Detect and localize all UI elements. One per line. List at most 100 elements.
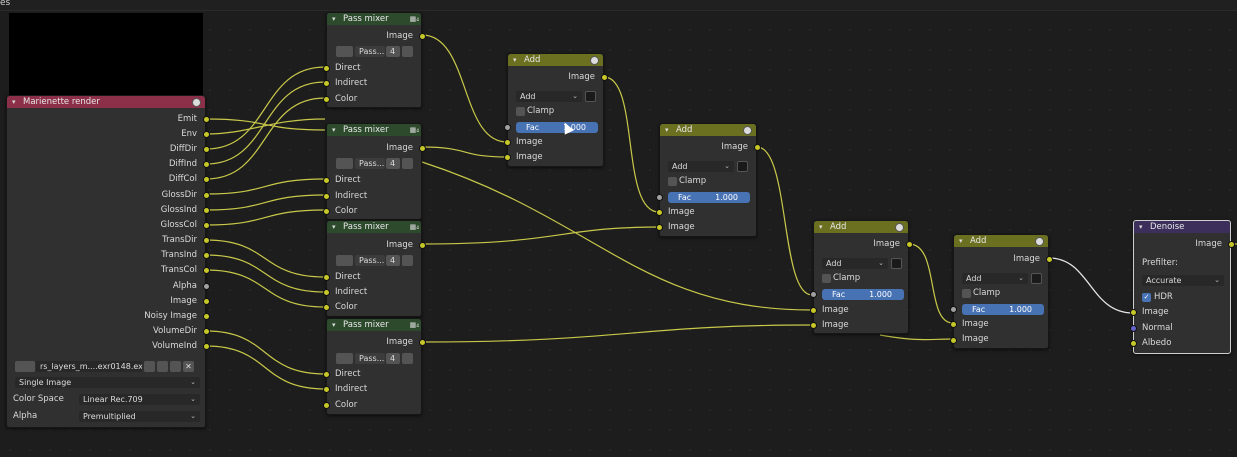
output-socket-transcol[interactable]	[203, 267, 210, 274]
fake-user-shield-icon[interactable]	[144, 361, 155, 372]
blend-mode-select[interactable]: Add ⌄	[668, 161, 734, 172]
input-socket-image-b[interactable]	[504, 154, 511, 161]
node-group-browse-icon[interactable]	[336, 353, 353, 364]
mix-add-node[interactable]: ▾ Add Image Add ⌄ Clamp Fac 1.000 Image …	[504, 53, 608, 167]
output-socket-image[interactable]	[1046, 256, 1053, 263]
input-socket-indirect[interactable]	[323, 80, 330, 87]
output-socket-env[interactable]	[203, 131, 210, 138]
fake-user-shield-icon[interactable]	[402, 353, 413, 364]
input-socket-fac[interactable]	[504, 124, 511, 131]
input-socket-image-a[interactable]	[810, 307, 817, 314]
mix-node-header[interactable]: ▾ Add	[954, 235, 1048, 247]
output-socket-image[interactable]	[601, 74, 608, 81]
collapse-chevron-icon[interactable]: ▾	[1139, 221, 1143, 233]
fake-user-shield-icon[interactable]	[402, 255, 413, 266]
collapse-chevron-icon[interactable]: ▾	[12, 96, 16, 108]
output-socket-image[interactable]	[203, 298, 210, 305]
output-socket-volumedir[interactable]	[203, 328, 210, 335]
duplicate-image-icon[interactable]	[157, 361, 168, 372]
output-socket-glossdir[interactable]	[203, 192, 210, 199]
output-socket-diffind[interactable]	[203, 161, 210, 168]
hdr-checkbox[interactable]: ✓	[1142, 293, 1151, 302]
fac-slider[interactable]: Fac 1.000	[822, 289, 904, 300]
group-name-field[interactable]: Pass...	[355, 353, 385, 364]
output-socket-image[interactable]	[1228, 241, 1235, 248]
node-group-browse-icon[interactable]	[336, 255, 353, 266]
pass-mixer-header[interactable]: ▾ Pass mixer ▦₄	[327, 221, 421, 233]
input-socket-image-a[interactable]	[504, 139, 511, 146]
unlink-close-icon[interactable]: ✕	[183, 361, 194, 372]
clamp-checkbox[interactable]	[668, 177, 677, 186]
input-socket-fac[interactable]	[810, 291, 817, 298]
input-socket-image-a[interactable]	[656, 209, 663, 216]
pass-mixer-header[interactable]: ▾ Pass mixer ▦₄	[327, 124, 421, 136]
collapse-chevron-icon[interactable]: ▾	[513, 54, 517, 66]
input-socket-indirect[interactable]	[323, 386, 330, 393]
clamp-checkbox[interactable]	[516, 107, 525, 116]
node-group-browse-icon[interactable]	[336, 46, 353, 57]
output-socket-image[interactable]	[419, 145, 426, 152]
input-socket-direct[interactable]	[323, 274, 330, 281]
mix-add-node[interactable]: ▾ Add Image Add ⌄ Clamp Fac 1.000 Image …	[656, 123, 761, 237]
output-socket-image[interactable]	[419, 33, 426, 40]
output-socket-noisy-image[interactable]	[203, 313, 210, 320]
pass-mixer-node[interactable]: ▾ Pass mixer ▦₄ Image Pass... 4 Direct I…	[323, 318, 426, 415]
pass-mixer-node[interactable]: ▾ Pass mixer ▦₄ Image Pass... 4 Direct I…	[323, 12, 426, 108]
blend-mode-select[interactable]: Add ⌄	[962, 273, 1028, 284]
group-name-field[interactable]: Pass...	[355, 158, 385, 169]
fake-user-shield-icon[interactable]	[402, 158, 413, 169]
input-socket-color[interactable]	[323, 96, 330, 103]
mix-add-node[interactable]: ▾ Add Image Add ⌄ Clamp Fac 1.000 Image …	[950, 234, 1053, 349]
fac-slider[interactable]: Fac 1.000	[516, 122, 598, 133]
clamp-checkbox[interactable]	[962, 289, 971, 298]
output-socket-transind[interactable]	[203, 252, 210, 259]
pass-mixer-node[interactable]: ▾ Pass mixer ▦₄ Image Pass... 4 Direct I…	[323, 220, 426, 317]
image-source-select[interactable]: Single Image ⌄	[15, 377, 200, 388]
output-socket-image[interactable]	[754, 144, 761, 151]
fac-slider[interactable]: Fac 1.000	[668, 192, 750, 203]
output-socket-alpha[interactable]	[203, 283, 210, 290]
input-socket-image-a[interactable]	[950, 321, 957, 328]
output-socket-image[interactable]	[906, 241, 913, 248]
prefilter-select[interactable]: Accurate ⌄	[1142, 275, 1224, 286]
output-socket-transdir[interactable]	[203, 237, 210, 244]
image-filename-field[interactable]: rs_layers_m....exr0148.exr	[36, 361, 142, 372]
collapse-chevron-icon[interactable]: ▾	[959, 235, 963, 247]
use-alpha-icon[interactable]	[1031, 273, 1042, 284]
mix-node-header[interactable]: ▾ Add	[508, 54, 603, 66]
blend-mode-select[interactable]: Add ⌄	[516, 91, 582, 102]
input-socket-fac[interactable]	[950, 306, 957, 313]
use-alpha-icon[interactable]	[585, 91, 596, 102]
blend-mode-select[interactable]: Add ⌄	[822, 258, 888, 269]
clamp-checkbox[interactable]	[822, 274, 831, 283]
open-folder-icon[interactable]	[170, 361, 181, 372]
render-layers-header[interactable]: ▾ Marienette render	[7, 96, 205, 108]
input-socket-image-b[interactable]	[810, 322, 817, 329]
group-name-field[interactable]: Pass...	[355, 255, 385, 266]
input-socket-color[interactable]	[323, 208, 330, 215]
group-name-field[interactable]: Pass...	[355, 46, 385, 57]
input-socket-direct[interactable]	[323, 65, 330, 72]
input-socket-fac[interactable]	[656, 194, 663, 201]
input-socket-albedo[interactable]	[1130, 340, 1137, 347]
input-socket-image-b[interactable]	[656, 224, 663, 231]
node-group-browse-icon[interactable]	[336, 158, 353, 169]
collapse-chevron-icon[interactable]: ▾	[332, 319, 336, 331]
fake-user-shield-icon[interactable]	[402, 46, 413, 57]
use-alpha-icon[interactable]	[891, 258, 902, 269]
denoise-header[interactable]: ▾ Denoise	[1134, 221, 1230, 233]
image-browse-icon[interactable]	[15, 361, 35, 372]
output-socket-glosscol[interactable]	[203, 222, 210, 229]
mix-node-header[interactable]: ▾ Add	[814, 221, 908, 233]
output-socket-image[interactable]	[419, 242, 426, 249]
input-socket-normal[interactable]	[1130, 325, 1137, 332]
input-socket-direct[interactable]	[323, 177, 330, 184]
collapse-chevron-icon[interactable]: ▾	[665, 124, 669, 136]
color-space-select[interactable]: Linear Rec.709 ⌄	[79, 394, 200, 405]
render-layers-node[interactable]: ▾ Marienette render Emit Env DiffDir Dif…	[6, 95, 210, 428]
pass-mixer-header[interactable]: ▾ Pass mixer ▦₄	[327, 13, 421, 25]
collapse-chevron-icon[interactable]: ▾	[332, 221, 336, 233]
pass-mixer-node[interactable]: ▾ Pass mixer ▦₄ Image Pass... 4 Direct I…	[323, 123, 426, 220]
input-socket-direct[interactable]	[323, 371, 330, 378]
output-socket-image[interactable]	[419, 339, 426, 346]
